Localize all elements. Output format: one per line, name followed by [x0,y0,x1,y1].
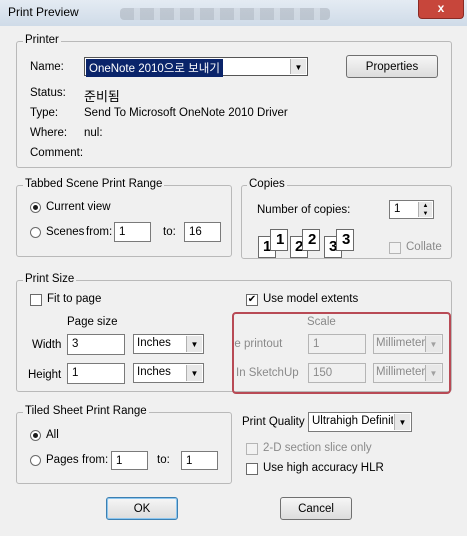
height-label: Height [28,369,62,381]
close-icon: x [437,1,445,15]
where-value: nul: [84,127,103,139]
tabbed-range-legend: Tabbed Scene Print Range [23,178,165,190]
pages-to-input[interactable]: 1 [181,451,218,470]
current-view-radio[interactable] [30,202,41,213]
all-pages-label[interactable]: All [46,429,59,441]
height-input[interactable]: 1 [67,363,125,384]
use-model-extents-label[interactable]: Use model extents [263,293,358,305]
fit-to-page-label[interactable]: Fit to page [47,293,101,305]
height-unit-select[interactable]: Inches ▼ [133,363,204,383]
collate-page-3b: 3 [342,231,351,248]
cancel-button[interactable]: Cancel [280,497,352,520]
all-pages-radio[interactable] [30,430,41,441]
title-bar: Print Preview x [0,0,467,26]
scenes-from-label: from: [86,226,113,238]
pages-from-input[interactable]: 1 [111,451,148,470]
page-size-label: Page size [67,316,118,328]
chevron-down-icon[interactable]: ▼ [186,336,202,352]
width-unit-select[interactable]: Inches ▼ [133,334,204,354]
window-title: Print Preview [8,5,79,19]
width-unit-value: Inches [137,337,171,349]
high-accuracy-hlr-label[interactable]: Use high accuracy HLR [263,462,384,474]
tiled-range-legend: Tiled Sheet Print Range [23,405,149,417]
blurred-title-text [120,8,330,20]
scenes-label[interactable]: Scenes [46,226,84,238]
where-label: Where: [30,127,68,139]
section-slice-checkbox[interactable] [246,443,258,455]
number-of-copies-value: 1 [394,203,401,215]
pages-label[interactable]: Pages [46,454,79,466]
pages-to-label: to: [157,454,170,466]
chevron-down-icon[interactable]: ▼ [290,59,306,74]
chevron-down-icon[interactable]: ▼ [186,365,202,381]
scenes-from-input[interactable]: 1 [114,222,151,242]
scenes-to-label: to: [163,226,176,238]
use-model-extents-checkbox[interactable]: ✔ [246,294,258,306]
scenes-to-input[interactable]: 16 [184,222,221,242]
pages-from-label: from: [82,454,109,466]
close-button[interactable]: x [418,0,464,19]
printer-legend: Printer [23,34,61,46]
status-label: Status: [30,87,66,99]
print-quality-label: Print Quality [242,416,305,428]
print-quality-select[interactable]: Ultrahigh Definition ▼ [308,412,412,432]
ok-button[interactable]: OK [106,497,178,520]
collate-label: Collate [406,241,442,253]
pages-radio[interactable] [30,455,41,466]
type-value: Send To Microsoft OneNote 2010 Driver [84,107,288,119]
print-quality-value: Ultrahigh Definition [312,415,393,427]
copies-spinner[interactable]: ▲ ▼ [418,202,432,217]
collate-checkbox[interactable] [389,242,401,254]
chevron-down-icon[interactable]: ▼ [394,414,410,430]
width-label: Width [32,339,62,351]
current-view-label[interactable]: Current view [46,201,111,213]
printer-name-value: OneNote 2010으로 보내기 [86,59,223,77]
high-accuracy-hlr-checkbox[interactable] [246,463,258,475]
tabbed-range-group [16,185,232,257]
width-input[interactable]: 3 [67,334,125,355]
section-slice-label: 2-D section slice only [263,442,372,454]
printer-name-label: Name: [30,61,64,73]
spin-up-icon[interactable]: ▲ [419,202,432,210]
print-size-legend: Print Size [23,273,77,285]
collate-page-1b: 1 [276,231,285,248]
fit-to-page-checkbox[interactable] [30,294,42,306]
tiled-range-group [16,412,232,484]
properties-button[interactable]: Properties [346,55,438,78]
comment-label: Comment: [30,147,84,159]
copies-legend: Copies [247,178,287,190]
type-label: Type: [30,107,59,119]
height-unit-value: Inches [137,366,171,378]
scale-highlight-box [232,312,451,394]
printer-name-select[interactable]: OneNote 2010으로 보내기 ▼ [84,57,308,77]
spin-down-icon[interactable]: ▼ [419,210,432,218]
status-value: 준비됨 [84,89,120,104]
collate-page-2b: 2 [308,231,317,248]
scenes-radio[interactable] [30,227,41,238]
number-of-copies-input[interactable]: 1 ▲ ▼ [389,200,434,219]
number-of-copies-label: Number of copies: [257,204,351,216]
